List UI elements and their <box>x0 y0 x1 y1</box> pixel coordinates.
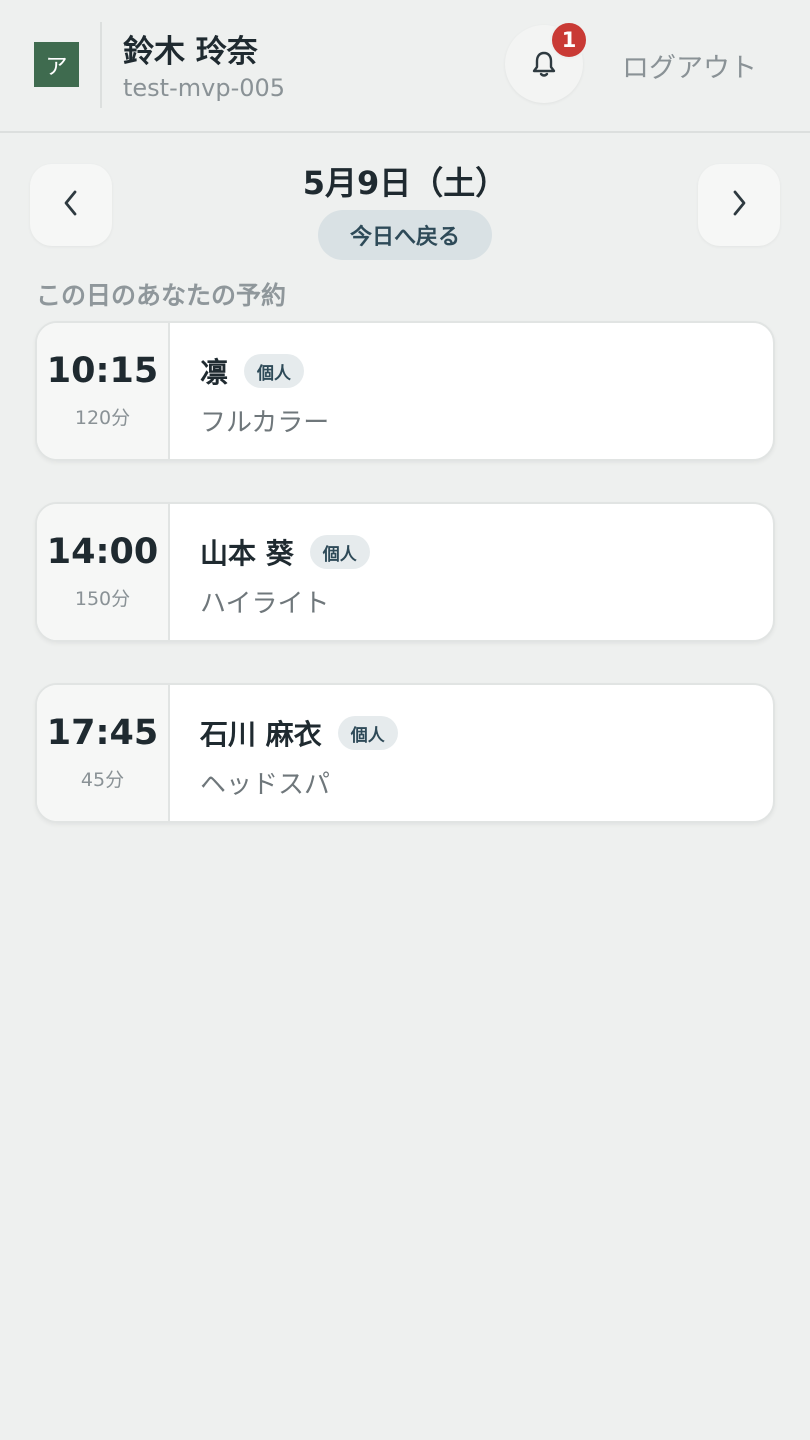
section-title: この日のあなたの予約 <box>36 281 287 310</box>
appointment-card[interactable]: 10:15 120分 凛 個人 フルカラー <box>35 321 775 461</box>
service-name: ヘッドスパ <box>200 770 331 800</box>
appointment-time: 17:45 <box>46 713 159 753</box>
customer-name: 石川 麻衣 <box>200 718 322 751</box>
bell-icon <box>530 49 558 79</box>
chevron-right-icon <box>730 188 748 222</box>
appointment-duration: 120分 <box>74 407 131 429</box>
booking-type-tag: 個人 <box>244 354 305 388</box>
customer-name: 凛 <box>200 356 229 389</box>
appointment-duration: 150分 <box>74 588 131 610</box>
service-name: フルカラー <box>200 408 330 438</box>
customer-row: 凛 個人 <box>200 351 305 391</box>
booking-type-tag: 個人 <box>337 716 398 750</box>
salon-logo: ア <box>34 42 79 87</box>
appointment-time-column: 14:00 150分 <box>37 504 170 640</box>
next-day-button[interactable] <box>698 164 780 246</box>
notification-count-badge: 1 <box>550 21 588 59</box>
appointment-card[interactable]: 14:00 150分 山本 葵 個人 ハイライト <box>35 502 775 642</box>
appointment-details: 凛 個人 フルカラー <box>200 323 773 459</box>
appointment-details: 山本 葵 個人 ハイライト <box>200 504 773 640</box>
appointment-details: 石川 麻衣 個人 ヘッドスパ <box>200 685 773 821</box>
service-name: ハイライト <box>200 589 330 619</box>
user-id: test-mvp-005 <box>123 74 286 102</box>
booking-type-tag: 個人 <box>309 535 370 569</box>
user-name: 鈴木 玲奈 <box>123 34 258 70</box>
appointment-card[interactable]: 17:45 45分 石川 麻衣 個人 ヘッドスパ <box>35 683 775 823</box>
customer-row: 石川 麻衣 個人 <box>200 713 398 753</box>
logout-link[interactable]: ログアウト <box>622 46 757 85</box>
app-header: ア 鈴木 玲奈 test-mvp-005 1 ログアウト <box>0 0 810 133</box>
appointment-duration: 45分 <box>80 769 125 791</box>
selected-date: 5月9日（土） <box>302 164 508 202</box>
appointment-time: 14:00 <box>46 532 159 572</box>
appointment-time: 10:15 <box>46 351 159 391</box>
appointment-time-column: 17:45 45分 <box>37 685 170 821</box>
header-divider <box>100 22 102 108</box>
appointment-time-column: 10:15 120分 <box>37 323 170 459</box>
customer-name: 山本 葵 <box>200 537 294 570</box>
customer-row: 山本 葵 個人 <box>200 532 370 572</box>
back-to-today-button[interactable]: 今日へ戻る <box>318 210 492 260</box>
